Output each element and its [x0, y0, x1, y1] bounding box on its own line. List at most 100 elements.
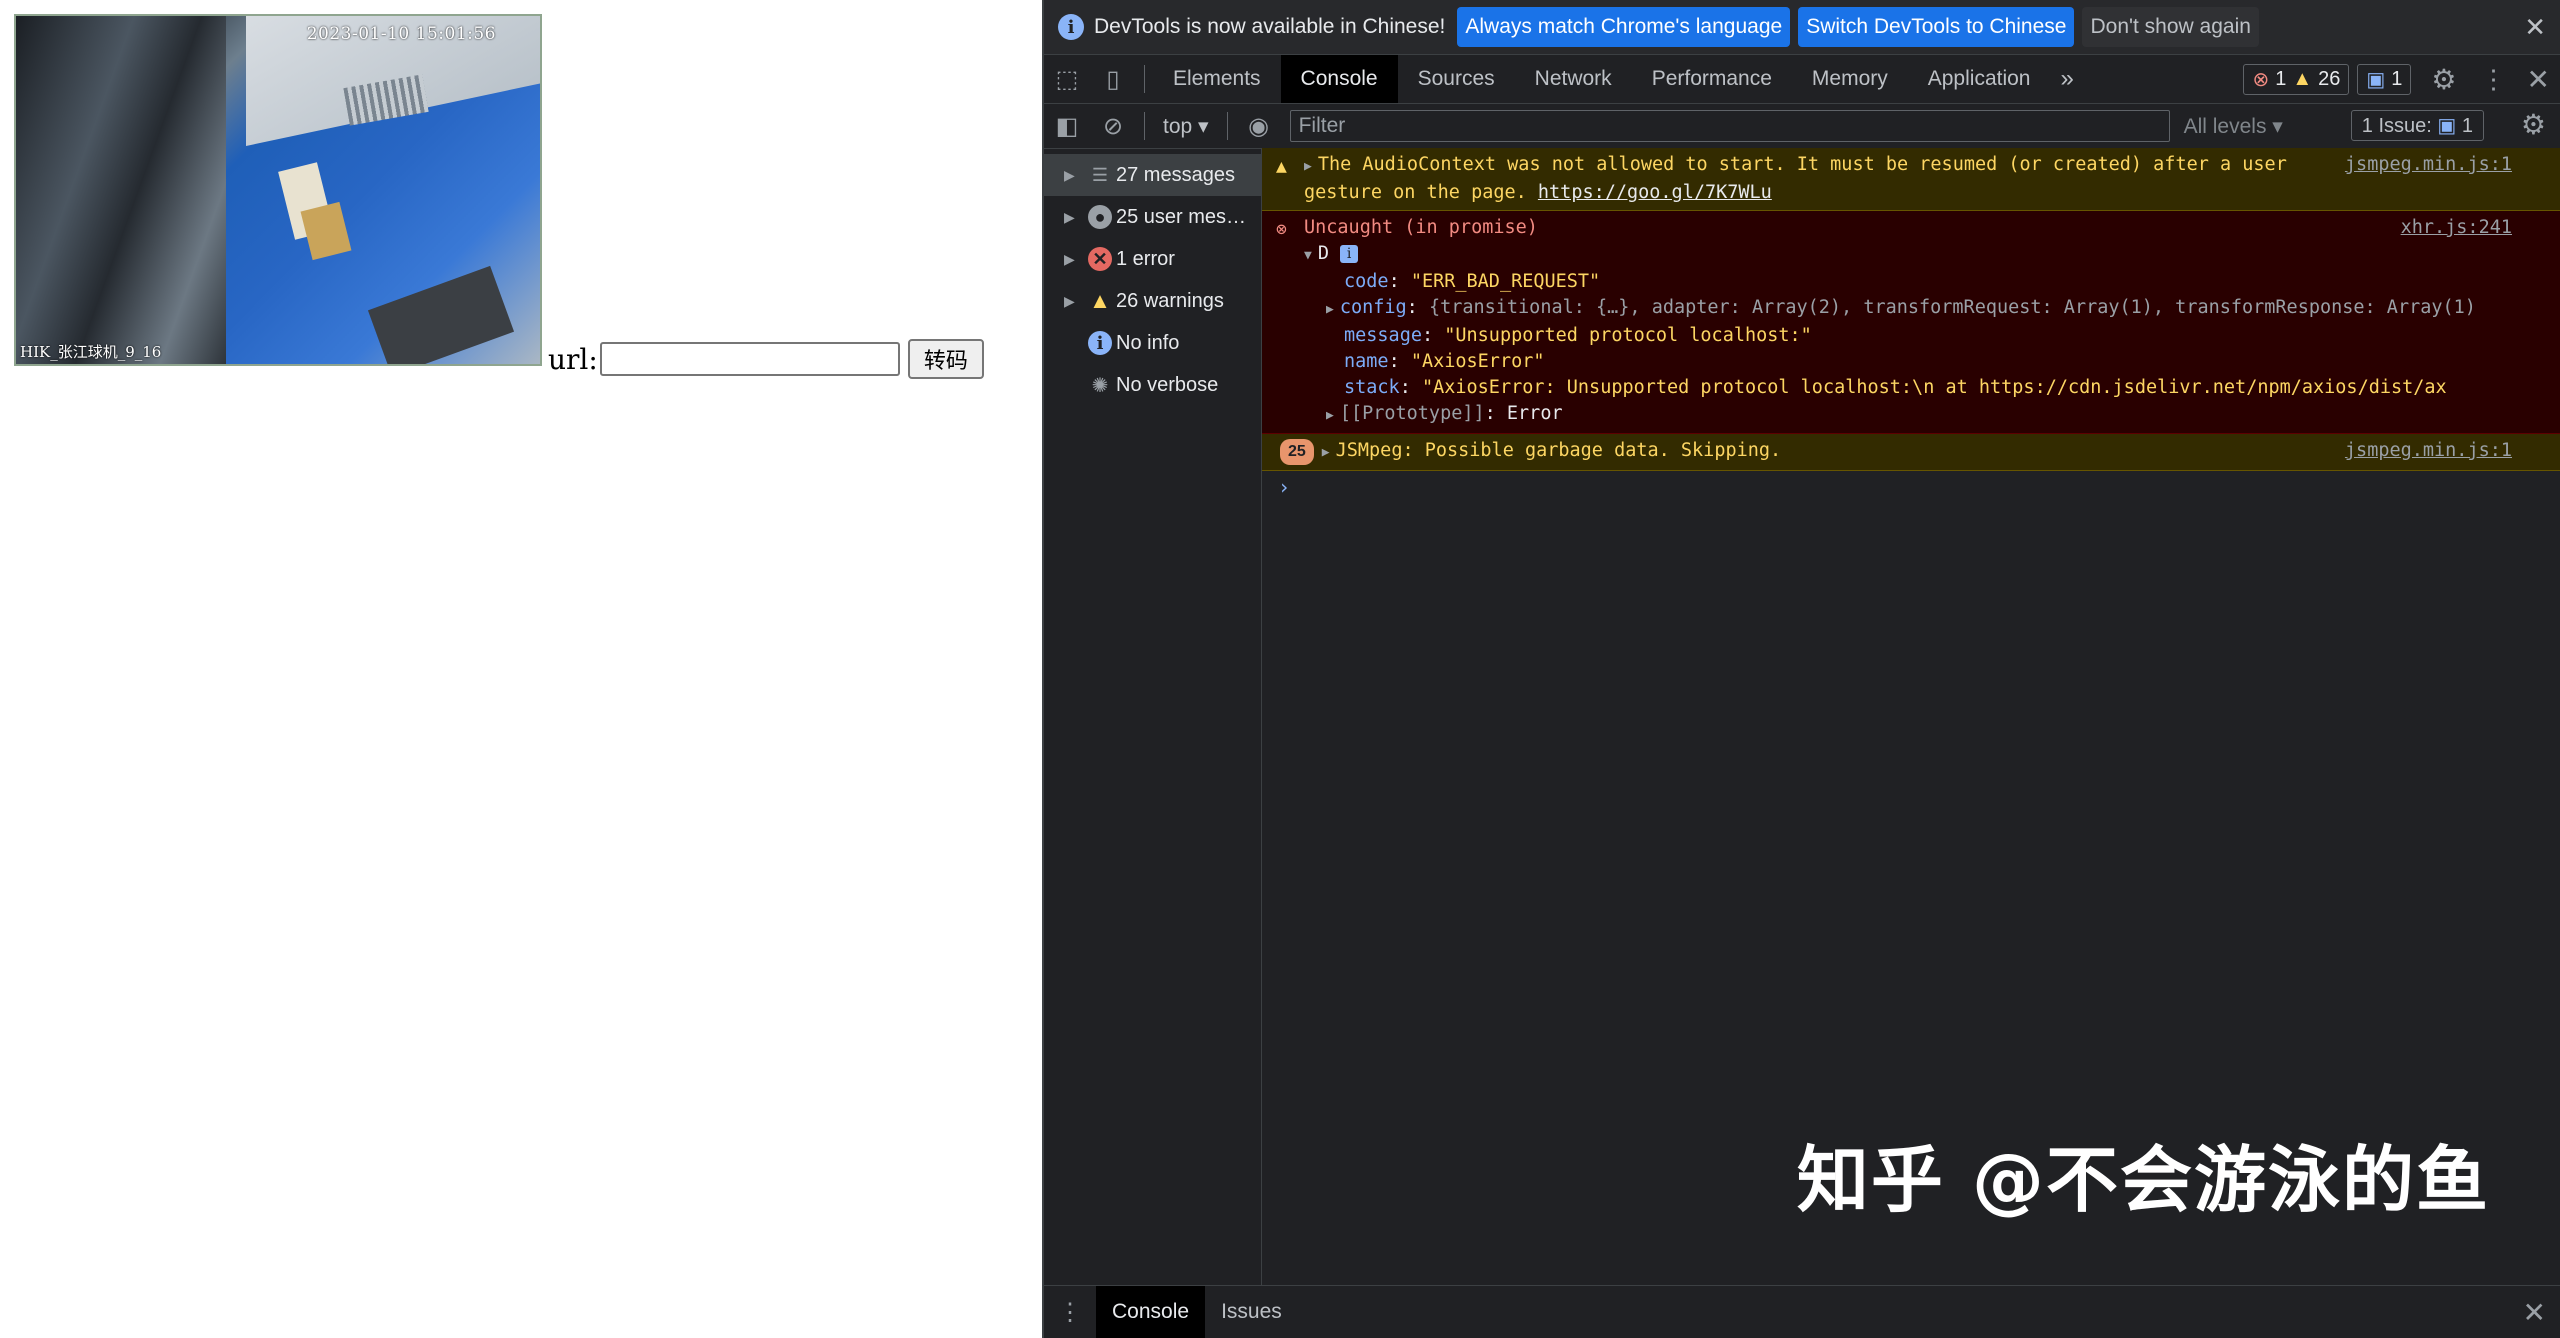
repeat-count-badge: 25 — [1280, 439, 1314, 465]
log-levels-dropdown[interactable]: All levels ▾ — [2184, 114, 2283, 139]
console-warning-row[interactable]: ▲ ▶ The AudioContext was not allowed to s… — [1262, 148, 2560, 211]
url-input[interactable] — [599, 342, 900, 376]
issues-chip[interactable]: 1 Issue: ▣ 1 — [2350, 110, 2484, 141]
tab-application[interactable]: Application — [1908, 55, 2051, 103]
object-property[interactable]: ▶ [[Prototype]]: Error — [1304, 401, 2550, 429]
more-options-icon[interactable]: ⋮ — [2481, 64, 2507, 95]
convert-button[interactable]: 转码 — [907, 339, 984, 379]
tab-network[interactable]: Network — [1515, 55, 1632, 103]
filter-placeholder: Filter — [1298, 114, 1346, 137]
console-prompt[interactable]: › — [1262, 471, 2560, 499]
infobar-message: DevTools is now available in Chinese! — [1094, 15, 1446, 38]
issue-icon: ▣ — [2437, 115, 2457, 137]
message-count: 1 — [2391, 67, 2403, 90]
drawer-tab-issues[interactable]: Issues — [1205, 1286, 1298, 1338]
object-property[interactable]: ▶ config: {transitional: {…}, adapter: Ar… — [1304, 295, 2550, 323]
warning-text: The AudioContext was not allowed to star… — [1317, 154, 2287, 175]
tab-elements[interactable]: Elements — [1153, 55, 1281, 103]
warning-text: JSMpeg: Possible garbage data. Skipping. — [1335, 440, 1782, 461]
context-selector[interactable]: top ▾ — [1153, 114, 1219, 139]
expand-caret-icon[interactable]: ▶ — [1326, 408, 1334, 423]
error-icon: ✕ — [1088, 247, 1112, 271]
error-icon: ⊗ — [1276, 219, 1287, 240]
tab-performance[interactable]: Performance — [1632, 55, 1792, 103]
live-expression-eye-icon[interactable]: ◉ — [1236, 102, 1282, 150]
object-property: name: "AxiosError" — [1344, 351, 1545, 372]
source-link[interactable]: jsmpeg.min.js:1 — [2345, 152, 2512, 178]
collapse-caret-icon[interactable]: ▼ — [1304, 248, 1312, 263]
expand-caret-icon[interactable]: ▶ — [1322, 445, 1330, 460]
device-toolbar-icon[interactable]: ▯ — [1090, 55, 1136, 103]
always-match-language-button[interactable]: Always match Chrome's language — [1457, 7, 1791, 47]
sidebar-toggle-icon[interactable]: ◧ — [1044, 102, 1090, 150]
inspect-element-icon[interactable]: ⬚ — [1044, 55, 1090, 103]
sidebar-item-label: No info — [1116, 331, 1180, 354]
log-levels-label: All levels — [2183, 114, 2267, 138]
more-tabs-icon[interactable]: » — [2050, 65, 2083, 93]
video-frame-dark-region — [16, 16, 226, 364]
message-counts[interactable]: ▣ 1 — [2357, 63, 2412, 95]
close-icon[interactable]: ✕ — [2524, 12, 2546, 43]
devtools-panel: i DevTools is now available in Chinese! … — [1042, 0, 2560, 1338]
console-counts[interactable]: ⊗ 1 ▲ 26 — [2243, 63, 2350, 95]
tab-console[interactable]: Console — [1280, 55, 1398, 103]
console-settings-gear-icon[interactable]: ⚙ — [2521, 108, 2546, 141]
settings-gear-icon[interactable]: ⚙ — [2431, 63, 2456, 96]
sidebar-item-label: 25 user mes… — [1116, 205, 1247, 228]
drawer-menu-icon[interactable]: ⋮ — [1044, 1298, 1096, 1327]
list-icon: ☰ — [1091, 164, 1109, 185]
camera-label: HIK_张江球机_9_16 — [20, 343, 162, 361]
clear-console-icon[interactable]: ⊘ — [1090, 102, 1136, 150]
sidebar-item-messages[interactable]: ▶ ☰ 27 messages — [1044, 154, 1261, 196]
web-page: 2023-01-10 15:01:56 HIK_张江球机_9_16 url: 转… — [0, 0, 1042, 1338]
warning-count: 26 — [2318, 67, 2341, 90]
issues-label: 1 Issue: — [2361, 115, 2432, 137]
console-sidebar: ▶ ☰ 27 messages ▶ ● 25 user mes… ▶ ✕ 1 e… — [1044, 148, 1262, 1286]
user-icon: ● — [1088, 205, 1112, 229]
sidebar-item-warnings[interactable]: ▶ ▲ 26 warnings — [1044, 280, 1261, 322]
filter-input[interactable]: Filter — [1289, 110, 2170, 142]
console-error-row[interactable]: ⊗ Uncaught (in promise) xhr.js:241 ▼ D i … — [1262, 211, 2560, 434]
sidebar-item-user-messages[interactable]: ▶ ● 25 user mes… — [1044, 196, 1261, 238]
dont-show-again-button[interactable]: Don't show again — [2082, 7, 2259, 47]
video-timestamp: 2023-01-10 15:01:56 — [306, 24, 496, 44]
expand-caret-icon[interactable]: ▶ — [1304, 159, 1312, 174]
sidebar-item-verbose[interactable]: ✺ No verbose — [1044, 364, 1261, 406]
switch-to-chinese-button[interactable]: Switch DevTools to Chinese — [1798, 7, 2075, 47]
sidebar-item-errors[interactable]: ▶ ✕ 1 error — [1044, 238, 1261, 280]
object-property: code: "ERR_BAD_REQUEST" — [1344, 271, 1601, 292]
language-infobar: i DevTools is now available in Chinese! … — [1044, 0, 2560, 55]
close-drawer-icon[interactable]: ✕ — [2523, 1296, 2546, 1329]
sidebar-item-label: No verbose — [1116, 373, 1219, 396]
tab-memory[interactable]: Memory — [1792, 55, 1908, 103]
video-frame-object — [300, 201, 352, 261]
drawer-tab-console[interactable]: Console — [1096, 1286, 1206, 1338]
close-devtools-icon[interactable]: ✕ — [2527, 63, 2550, 96]
divider — [1144, 65, 1145, 93]
expand-caret-icon: ▶ — [1064, 292, 1075, 309]
warning-icon: ▲ — [1276, 156, 1287, 177]
source-link[interactable]: jsmpeg.min.js:1 — [2345, 438, 2512, 464]
warning-link[interactable]: https://goo.gl/7K7WLu — [1538, 182, 1772, 203]
console-warning-row[interactable]: 25 ▶ JSMpeg: Possible garbage data. Skippi… — [1262, 434, 2560, 471]
object-property: stack: "AxiosError: Unsupported protocol… — [1344, 377, 2447, 398]
source-link[interactable]: xhr.js:241 — [2401, 215, 2512, 241]
console-body: ▶ ☰ 27 messages ▶ ● 25 user mes… ▶ ✕ 1 e… — [1044, 148, 2560, 1286]
verbose-icon: ✺ — [1091, 374, 1109, 397]
info-icon[interactable]: i — [1340, 245, 1359, 263]
tab-sources[interactable]: Sources — [1398, 55, 1515, 103]
warning-icon: ▲ — [2292, 67, 2313, 90]
video-player[interactable]: 2023-01-10 15:01:56 HIK_张江球机_9_16 — [14, 14, 542, 366]
warning-icon: ▲ — [1089, 288, 1111, 313]
tabbar-right: ⊗ 1 ▲ 26 ▣ 1 ⚙ ⋮ ✕ — [2243, 55, 2550, 103]
sidebar-item-info[interactable]: i No info — [1044, 322, 1261, 364]
expand-caret-icon: ▶ — [1064, 166, 1075, 183]
error-title: Uncaught (in promise) — [1304, 217, 1538, 238]
issues-count: 1 — [2461, 115, 2473, 137]
error-count: 1 — [2275, 67, 2287, 90]
info-icon: i — [1058, 14, 1084, 40]
divider — [1226, 112, 1228, 140]
expand-caret-icon[interactable]: ▶ — [1326, 302, 1334, 317]
error-object-name: D — [1317, 243, 1329, 264]
devtools-tabbar: ⬚ ▯ Elements Console Sources Network Per… — [1044, 55, 2560, 104]
